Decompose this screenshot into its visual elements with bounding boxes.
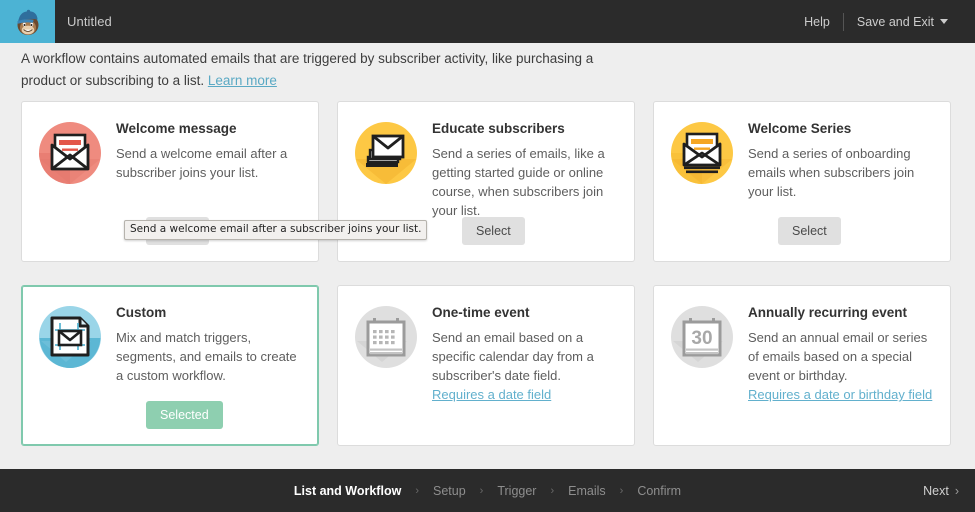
next-button-label: Next <box>923 484 949 498</box>
intro-description: A workflow contains automated emails tha… <box>21 48 641 92</box>
workflow-card-welcome-message[interactable]: Welcome message Send a welcome email aft… <box>21 101 319 262</box>
step-trigger[interactable]: Trigger <box>495 484 538 498</box>
card-title: Custom <box>116 304 302 321</box>
mailchimp-freddie-logo-icon[interactable] <box>0 0 55 43</box>
workflow-card-annually-recurring-event[interactable]: 30 Annually recurring event Send an annu… <box>653 285 951 446</box>
learn-more-link[interactable]: Learn more <box>208 73 277 88</box>
open-envelope-red-icon <box>38 121 102 185</box>
card-title: Educate subscribers <box>432 120 618 137</box>
card-action-area: Select <box>778 217 841 245</box>
step-list-and-workflow: List and Workflow <box>292 484 403 498</box>
step-confirm[interactable]: Confirm <box>635 484 683 498</box>
next-button[interactable]: Next › <box>923 484 959 498</box>
card-content: One-time event Send an email based on a … <box>432 303 618 445</box>
page-title: Untitled <box>67 14 112 29</box>
requires-date-or-birthday-field-link[interactable]: Requires a date or birthday field <box>748 385 932 404</box>
card-description: Send a series of emails, like a getting … <box>432 144 618 220</box>
calendar-30-grey-icon: 30 <box>670 305 734 369</box>
intro-text: A workflow contains automated emails tha… <box>21 51 593 88</box>
card-description: Mix and match triggers, segments, and em… <box>116 328 302 385</box>
card-content: Welcome Series Send a series of onboardi… <box>748 119 934 261</box>
step-setup[interactable]: Setup <box>431 484 468 498</box>
card-title: Welcome Series <box>748 120 934 137</box>
card-description: Send an annual email or series of emails… <box>748 328 934 385</box>
step-separator-icon: › <box>468 485 496 497</box>
requires-date-field-link[interactable]: Requires a date field <box>432 385 551 404</box>
chevron-right-icon: › <box>955 484 959 498</box>
wizard-steps: List and Workflow › Setup › Trigger › Em… <box>292 484 683 498</box>
select-button[interactable]: Select <box>778 217 841 245</box>
card-content: Educate subscribers Send a series of ema… <box>432 119 618 261</box>
workflow-card-custom[interactable]: Custom Mix and match triggers, segments,… <box>21 285 319 446</box>
card-title: Welcome message <box>116 120 302 137</box>
select-button[interactable]: Select <box>462 217 525 245</box>
bottom-wizard-bar: List and Workflow › Setup › Trigger › Em… <box>0 469 975 512</box>
step-emails[interactable]: Emails <box>566 484 608 498</box>
help-link[interactable]: Help <box>791 15 843 29</box>
card-content: Annually recurring event Send an annual … <box>748 303 934 445</box>
selected-button[interactable]: Selected <box>146 401 223 429</box>
workflow-card-welcome-series[interactable]: Welcome Series Send a series of onboardi… <box>653 101 951 262</box>
card-action-area: Select <box>462 217 525 245</box>
step-separator-icon: › <box>403 485 431 497</box>
workflow-type-grid: Welcome message Send a welcome email aft… <box>21 101 954 446</box>
header-actions: Help Save and Exit <box>791 0 975 43</box>
open-envelope-stack-yellow-icon <box>670 121 734 185</box>
card-description: Send a welcome email after a subscriber … <box>116 144 302 182</box>
calendar-grey-icon <box>354 305 418 369</box>
svg-text:30: 30 <box>691 328 712 349</box>
top-header-bar: Untitled Help Save and Exit <box>0 0 975 43</box>
chevron-down-icon <box>940 19 948 24</box>
custom-blueprint-blue-icon <box>38 305 102 369</box>
save-and-exit-button[interactable]: Save and Exit <box>844 15 961 29</box>
card-description: Send a series of onboarding emails when … <box>748 144 934 201</box>
card-title: Annually recurring event <box>748 304 934 321</box>
save-and-exit-label: Save and Exit <box>857 15 934 29</box>
step-separator-icon: › <box>608 485 636 497</box>
card-action-area: Selected <box>146 401 223 429</box>
select-button-tooltip: Send a welcome email after a subscriber … <box>124 220 427 240</box>
card-description: Send an email based on a specific calend… <box>432 328 618 385</box>
card-title: One-time event <box>432 304 618 321</box>
stacked-envelopes-yellow-icon <box>354 121 418 185</box>
workflow-card-one-time-event[interactable]: One-time event Send an email based on a … <box>337 285 635 446</box>
step-separator-icon: › <box>538 485 566 497</box>
